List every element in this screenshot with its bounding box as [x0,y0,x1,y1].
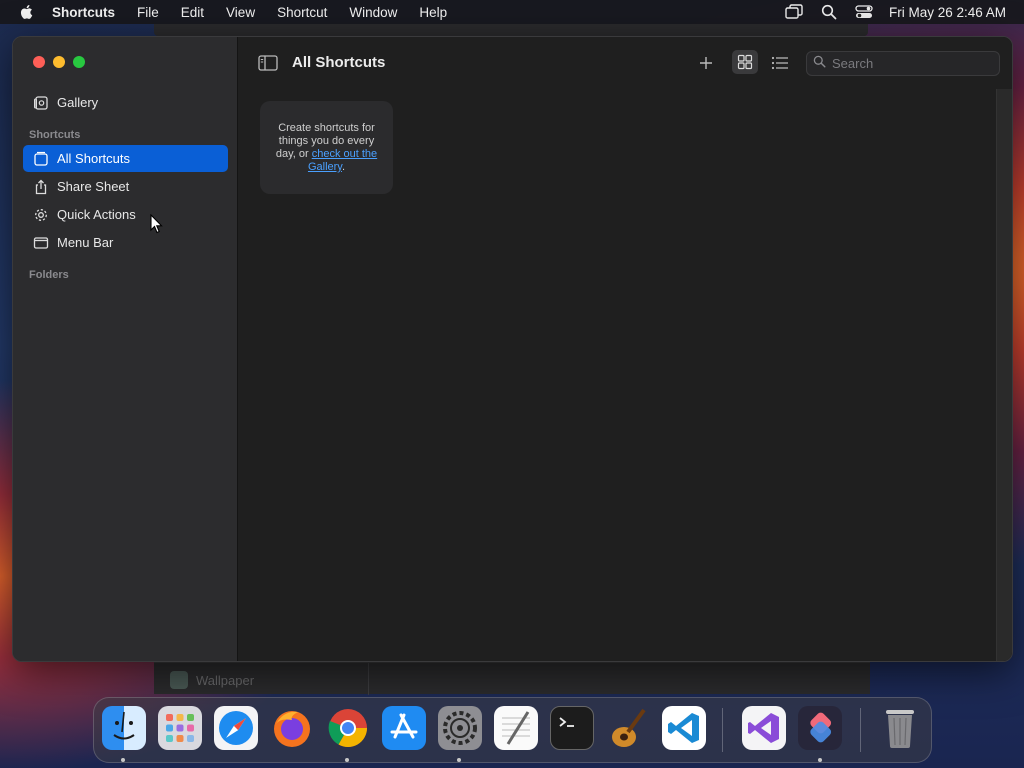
shortcuts-stack-icon [33,151,49,167]
screen-mirroring-icon[interactable] [785,4,803,20]
terminal-icon[interactable] [550,706,594,750]
control-center-icon[interactable] [855,4,873,20]
minimize-button[interactable] [53,56,65,68]
sidebar-item-share-sheet[interactable]: Share Sheet [23,173,228,200]
menu-view[interactable]: View [226,5,255,20]
vscode-icon[interactable] [662,706,706,750]
running-indicator [818,758,822,762]
running-indicator [121,758,125,762]
empty-state-suffix: . [341,161,346,173]
launchpad-icon[interactable] [158,706,202,750]
dock-separator [722,708,723,752]
menu-shortcut[interactable]: Shortcut [277,5,327,20]
add-shortcut-icon[interactable] [696,53,716,73]
wallpaper-item[interactable]: Wallpaper [170,671,254,689]
sidebar-item-label: Menu Bar [57,235,114,250]
sidebar-toggle-icon[interactable] [257,53,279,73]
sidebar-item-menu-bar[interactable]: Menu Bar [23,229,228,256]
wallpaper-icon [170,671,188,689]
running-indicator [345,758,349,762]
menu-app-name[interactable]: Shortcuts [52,5,115,20]
mouse-cursor-icon [150,214,163,234]
apple-icon[interactable] [18,3,36,21]
gallery-icon [33,95,49,111]
window-controls [33,56,93,68]
share-icon [33,179,49,195]
shortcuts-section-label: Shortcuts [29,129,81,141]
shortcuts-window: Gallery Shortcuts All Shortcuts Share Sh… [12,36,1013,662]
menu-window[interactable]: Window [349,5,397,20]
grid-view-icon[interactable] [732,50,758,74]
dock-separator [860,708,861,752]
system-settings-icon[interactable] [438,706,482,750]
menubar-icon [33,235,49,251]
empty-state-card: Create shortcuts for things you do every… [260,101,393,194]
gear-icon [33,207,49,223]
search-input[interactable] [832,56,992,71]
shortcuts-app-icon[interactable] [798,706,842,750]
menu-file[interactable]: File [137,5,159,20]
page-title: All Shortcuts [292,54,386,71]
sidebar-item-label: Share Sheet [57,179,130,194]
firefox-icon[interactable] [270,706,314,750]
scrollbar[interactable] [996,89,1012,661]
menu-bar: Shortcuts File Edit View Shortcut Window… [0,0,1024,24]
background-window: Wallpaper [154,662,870,695]
sidebar: Gallery Shortcuts All Shortcuts Share Sh… [13,37,238,661]
wallpaper-label: Wallpaper [196,672,255,688]
sidebar-item-gallery[interactable]: Gallery [23,89,228,116]
running-indicator [457,758,461,762]
sidebar-item-quick-actions[interactable]: Quick Actions [23,201,228,228]
list-view-icon[interactable] [769,53,791,73]
search-field[interactable] [806,51,1000,76]
zoom-button[interactable] [73,56,85,68]
chrome-icon[interactable] [326,706,370,750]
menubar-clock[interactable]: Fri May 26 2:46 AM [889,5,1006,20]
trash-icon[interactable] [878,706,922,750]
finder-icon[interactable] [102,706,146,750]
visual-studio-icon[interactable] [742,706,786,750]
background-window-divider [368,663,369,695]
sidebar-item-all-shortcuts[interactable]: All Shortcuts [23,145,228,172]
garageband-icon[interactable] [606,706,650,750]
dock [93,697,932,763]
menu-edit[interactable]: Edit [181,5,204,20]
sidebar-item-label: All Shortcuts [57,151,130,166]
textedit-icon[interactable] [494,706,538,750]
safari-icon[interactable] [214,706,258,750]
sidebar-item-label: Gallery [57,95,99,110]
content-area: All Shortcuts Create shortcuts for thing… [238,37,1012,661]
menu-help[interactable]: Help [419,5,447,20]
close-button[interactable] [33,56,45,68]
app-store-icon[interactable] [382,706,426,750]
folders-section-label: Folders [29,269,69,281]
search-icon [813,55,826,73]
spotlight-icon[interactable] [821,4,837,20]
background-window-top [154,24,868,36]
sidebar-item-label: Quick Actions [57,207,136,222]
